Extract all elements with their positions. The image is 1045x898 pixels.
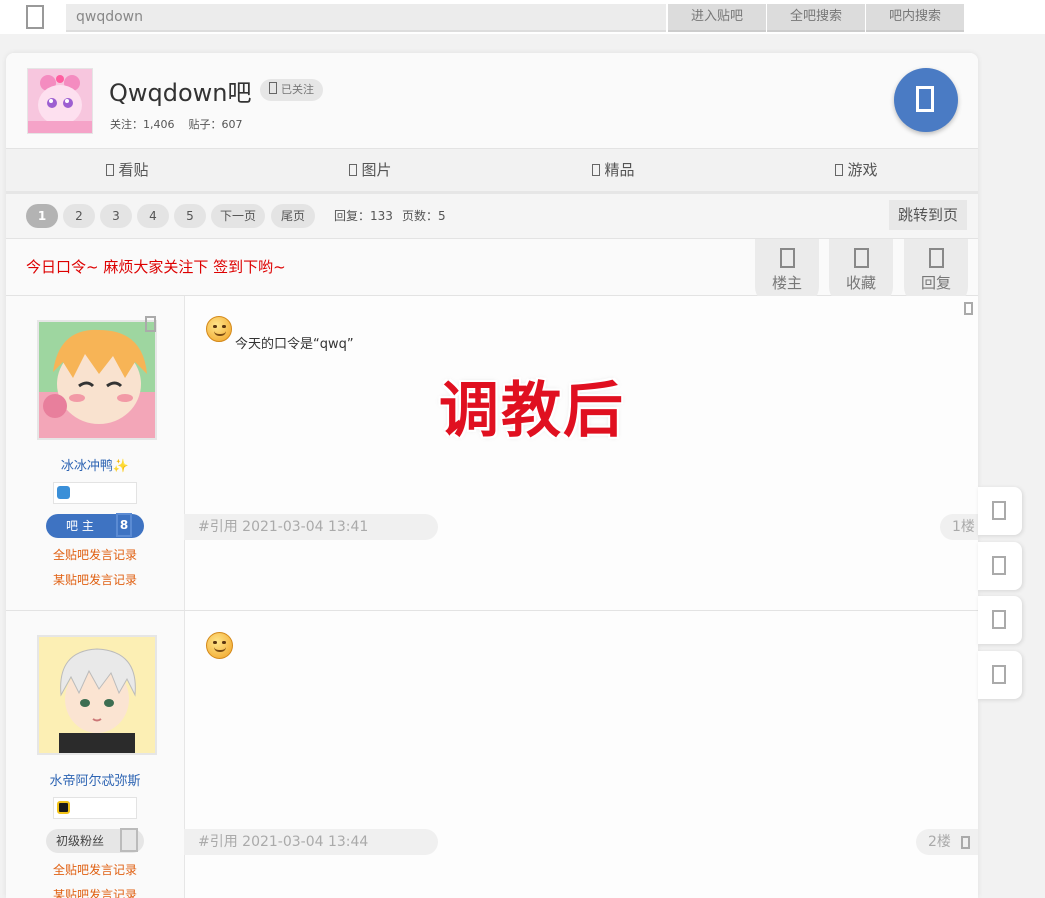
page-2[interactable]: 2: [63, 204, 95, 228]
forum-posts-link[interactable]: 某贴吧发言记录: [6, 886, 184, 898]
follow-count: 关注：1,406: [110, 118, 175, 131]
float-top-button[interactable]: [978, 651, 1022, 699]
page-5[interactable]: 5: [174, 204, 206, 228]
post-floor-1: 冰冰冲鸭✨ 吧 主 8 全贴吧发言记录 某贴吧发言记录 今天的口令是“qwq” …: [6, 296, 978, 611]
smile-emoji-icon: [206, 632, 233, 659]
floor-number: 1楼: [940, 514, 978, 540]
author-name[interactable]: 冰冰冲鸭✨: [6, 455, 184, 474]
pagination: 1 2 3 4 5 下一页 尾页 回复：133 页数：5 跳转到页: [6, 194, 978, 239]
report-icon[interactable]: [964, 302, 973, 315]
action-label: 回复: [920, 274, 951, 292]
all-forum-posts-link[interactable]: 全贴吧发言记录: [6, 861, 184, 878]
level-title: 初级粉丝: [56, 834, 105, 848]
tab-games[interactable]: 游戏: [735, 149, 978, 191]
home-icon[interactable]: [26, 5, 44, 29]
forum-header: Qwqdown吧 已关注 关注：1,406 贴子：607: [6, 53, 978, 148]
posts-icon: [106, 164, 115, 176]
author-name[interactable]: 水帝阿尔忒弥斯: [6, 770, 184, 789]
level-badge[interactable]: 吧 主 8: [46, 513, 144, 538]
author-panel: 冰冰冲鸭✨ 吧 主 8 全贴吧发言记录 某贴吧发言记录: [6, 296, 185, 610]
tab-label: 看贴: [118, 161, 149, 179]
forum-title: Qwqdown吧: [109, 79, 252, 107]
star-icon: [592, 164, 601, 176]
report-icon[interactable]: [960, 836, 970, 849]
smiley-emoji-icon: [206, 316, 232, 342]
page-4[interactable]: 4: [137, 204, 169, 228]
floor-number: 2楼: [916, 829, 978, 855]
floor-label: 2楼: [928, 834, 951, 850]
avatar[interactable]: [37, 635, 157, 755]
new-post-fab[interactable]: [894, 68, 958, 132]
search-all-button[interactable]: 全吧搜索: [767, 4, 865, 32]
tab-posts[interactable]: 看贴: [6, 149, 249, 191]
level-title: 吧 主: [66, 519, 94, 533]
edit-icon: [916, 86, 934, 112]
action-label: 楼主: [771, 274, 802, 292]
search-in-forum-button[interactable]: 吧内搜索: [866, 4, 964, 32]
tab-label: 游戏: [847, 161, 878, 179]
avatar[interactable]: [37, 320, 157, 440]
forum-card: Qwqdown吧 已关注 关注：1,406 贴子：607 看贴 图片 精品 游戏 …: [6, 53, 978, 898]
thread-header: 今日口令~ 麻烦大家关注下 签到下哟~ 楼主 收藏 回复: [6, 239, 978, 305]
check-icon: [269, 82, 277, 94]
more-icon[interactable]: [145, 316, 156, 332]
float-feedback-button[interactable]: [978, 596, 1022, 644]
quote-and-time[interactable]: #引用 2021-03-04 13:41: [184, 514, 438, 540]
user-badge-slot: [53, 482, 137, 504]
level-number: 8: [116, 513, 132, 537]
back-to-top-icon: [992, 665, 1006, 684]
person-icon: [779, 248, 795, 268]
next-page-button[interactable]: 下一页: [211, 204, 265, 228]
page-3[interactable]: 3: [100, 204, 132, 228]
overlay-caption: 调教后: [439, 376, 625, 446]
feedback-icon: [992, 610, 1006, 629]
forum-nav: 看贴 图片 精品 游戏: [6, 148, 978, 195]
follow-button[interactable]: 已关注: [260, 79, 323, 101]
forum-posts-link[interactable]: 某贴吧发言记录: [6, 571, 184, 588]
quote-and-time[interactable]: #引用 2021-03-04 13:44: [184, 829, 438, 855]
follow-label: 已关注: [281, 83, 314, 96]
tab-images[interactable]: 图片: [249, 149, 492, 191]
share-icon: [992, 501, 1006, 520]
action-label: 收藏: [845, 274, 876, 292]
user-badge-slot: [53, 797, 137, 819]
level-badge[interactable]: 初级粉丝: [46, 828, 144, 853]
page-1[interactable]: 1: [26, 204, 58, 228]
all-forum-posts-link[interactable]: 全贴吧发言记录: [6, 546, 184, 563]
page-count: 页数：5: [402, 209, 446, 223]
last-page-button[interactable]: 尾页: [271, 204, 315, 228]
forum-avatar[interactable]: [27, 68, 93, 134]
image-icon: [349, 164, 358, 176]
bookmark-icon: [853, 248, 869, 268]
enter-forum-button[interactable]: 进入贴吧: [668, 4, 766, 32]
thread-title: 今日口令~ 麻烦大家关注下 签到下哟~: [26, 258, 286, 276]
author-panel: 水帝阿尔忒弥斯 初级粉丝 全贴吧发言记录 某贴吧发言记录: [6, 611, 185, 898]
jump-to-page-button[interactable]: 跳转到页: [889, 200, 967, 230]
tab-label: 图片: [361, 161, 392, 179]
post-floor-2: 水帝阿尔忒弥斯 初级粉丝 全贴吧发言记录 某贴吧发言记录 #引用 2021-03…: [6, 611, 978, 898]
game-icon: [835, 164, 844, 176]
post-count: 贴子：607: [188, 118, 243, 131]
float-app-button[interactable]: [978, 542, 1022, 590]
tab-featured[interactable]: 精品: [492, 149, 735, 191]
post-content: 今天的口令是“qwq”: [235, 337, 354, 352]
phone-icon: [992, 556, 1006, 575]
forum-stats: 关注：1,406 贴子：607: [110, 116, 257, 132]
search-input[interactable]: qwqdown: [66, 4, 666, 32]
badge-icon: [57, 486, 70, 499]
float-share-button[interactable]: [978, 487, 1022, 535]
top-bar: qwqdown 进入贴吧 全吧搜索 吧内搜索: [0, 0, 1045, 34]
badge-icon: [57, 801, 70, 814]
tab-label: 精品: [604, 161, 635, 179]
reply-count: 回复：133: [334, 209, 393, 223]
level-number: [120, 828, 138, 852]
reply-icon: [928, 248, 944, 268]
